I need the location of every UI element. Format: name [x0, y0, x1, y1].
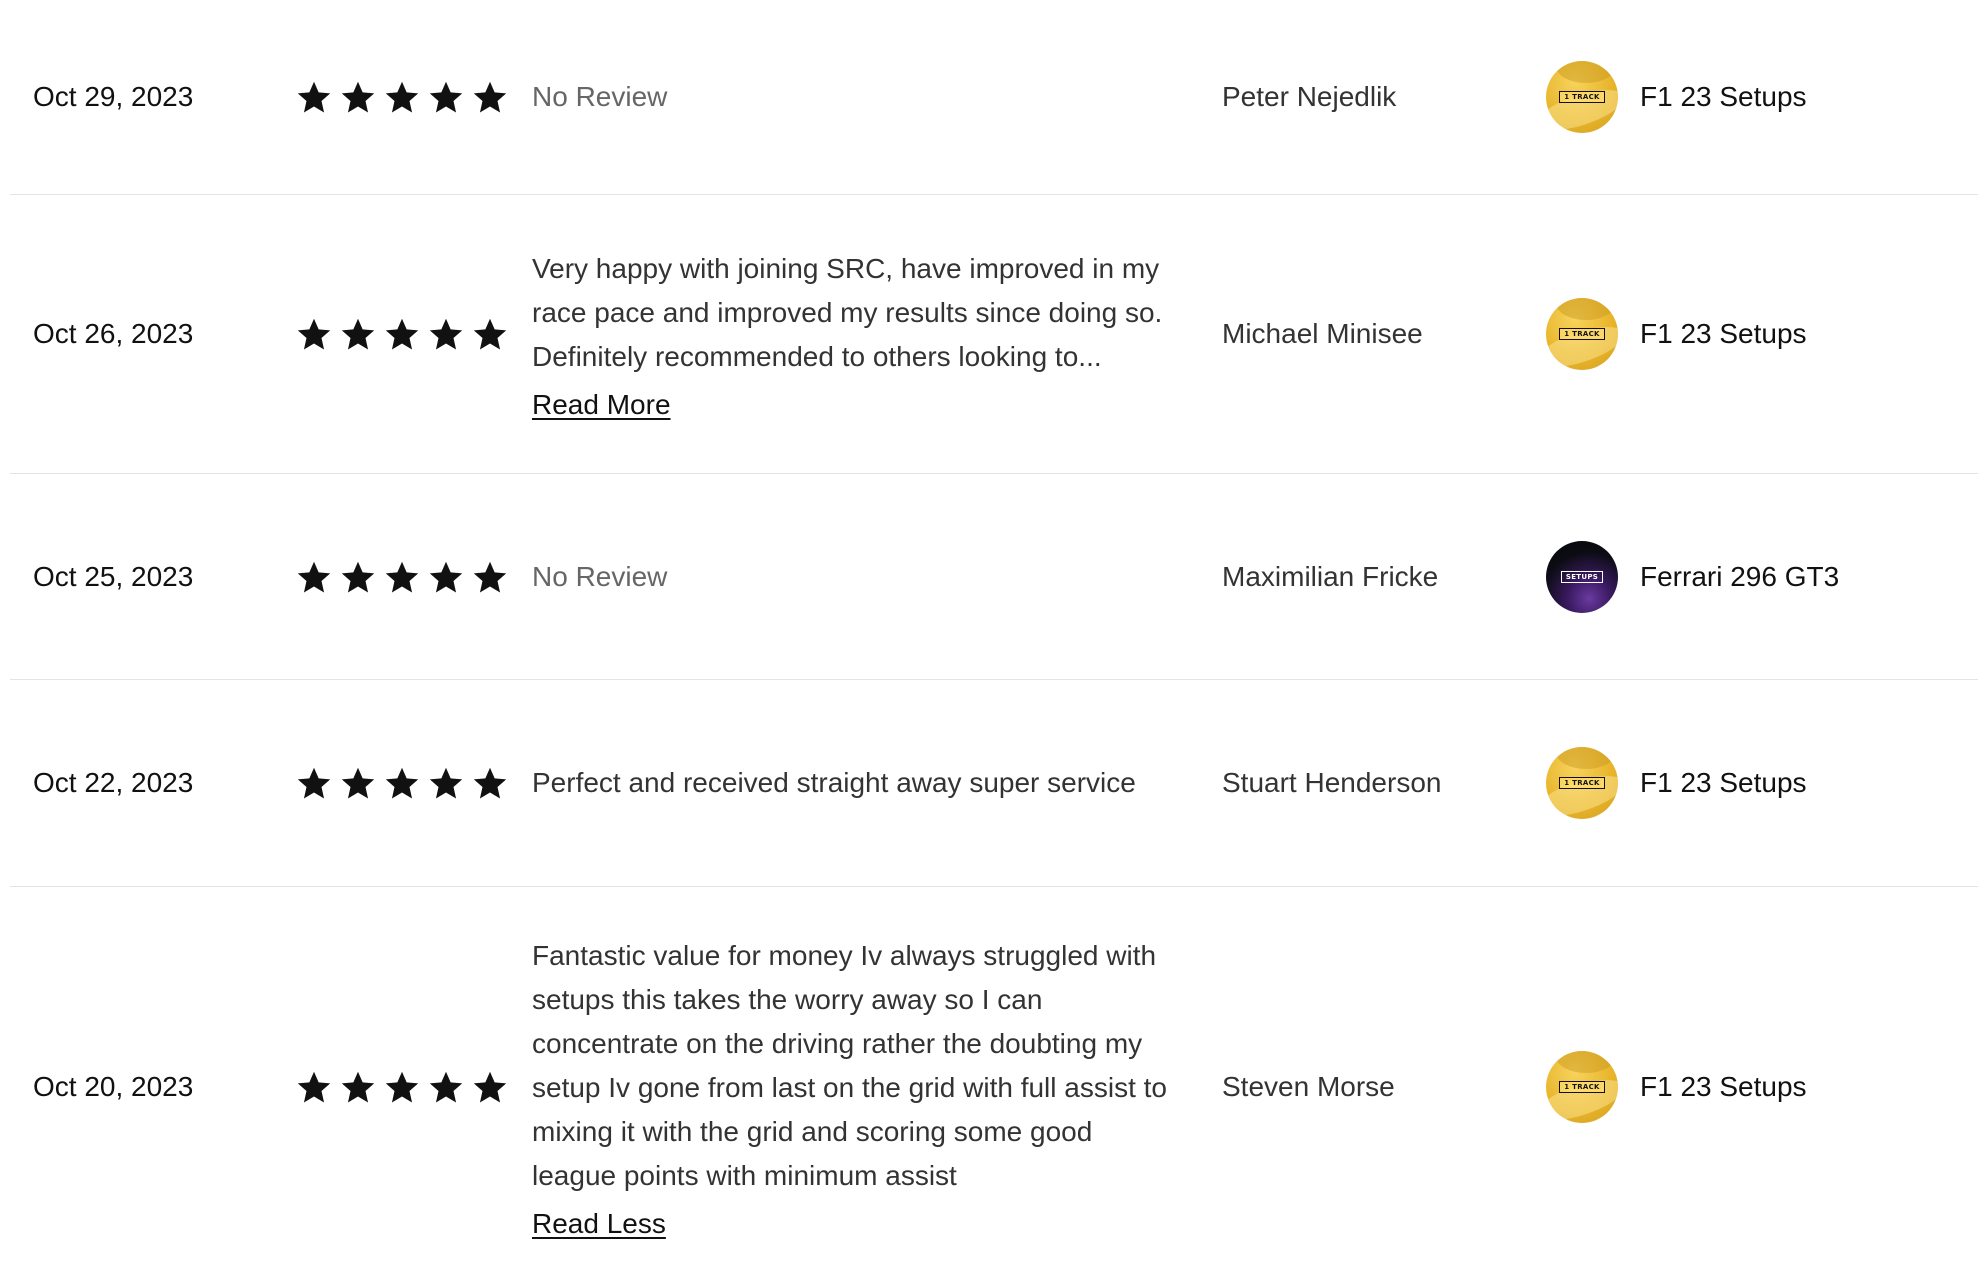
product-cell[interactable]: SETUPS Ferrari 296 GT3	[1546, 540, 1839, 613]
review-row: Oct 22, 2023 Perfect and received straig…	[10, 680, 1978, 887]
star-icon	[340, 1069, 376, 1105]
review-date: Oct 20, 2023	[33, 1071, 194, 1102]
review-row: Oct 29, 2023 No Review Peter Nejedlik 1 …	[10, 0, 1978, 195]
review-text: Fantastic value for money Iv always stru…	[532, 940, 1167, 1191]
star-icon	[384, 1069, 420, 1105]
review-text: Perfect and received straight away super…	[532, 767, 1136, 798]
product-badge-label: SETUPS	[1560, 570, 1604, 583]
reviewer-name: Michael Minisee	[1222, 318, 1423, 349]
product-cell[interactable]: 1 TRACK F1 23 Setups	[1546, 61, 1807, 133]
product-badge-label: 1 TRACK	[1559, 328, 1605, 340]
product-name[interactable]: Ferrari 296 GT3	[1640, 561, 1839, 593]
product-badge-label: 1 TRACK	[1559, 777, 1605, 789]
star-rating	[296, 559, 530, 595]
review-text: No Review	[532, 81, 668, 112]
star-icon	[296, 559, 332, 595]
reviewer-name: Peter Nejedlik	[1222, 81, 1397, 112]
product-cell[interactable]: 1 TRACK F1 23 Setups	[1546, 298, 1807, 370]
star-icon	[428, 1069, 464, 1105]
reviewer-name: Stuart Henderson	[1222, 767, 1442, 798]
review-date: Oct 22, 2023	[33, 767, 194, 798]
star-icon	[296, 79, 332, 115]
review-cell: No Review	[530, 75, 1222, 119]
star-icon	[340, 559, 376, 595]
reviewer-name: Steven Morse	[1222, 1071, 1395, 1102]
star-icon	[472, 79, 508, 115]
review-cell: Very happy with joining SRC, have improv…	[530, 247, 1222, 421]
star-icon	[296, 1069, 332, 1105]
reviewer-name: Maximilian Fricke	[1222, 560, 1439, 592]
product-cell[interactable]: 1 TRACK F1 23 Setups	[1546, 1051, 1807, 1123]
product-badge-label: 1 TRACK	[1559, 1081, 1605, 1093]
star-icon	[340, 765, 376, 801]
review-cell: Perfect and received straight away super…	[530, 761, 1222, 805]
product-avatar: 1 TRACK	[1546, 298, 1618, 370]
star-icon	[428, 316, 464, 352]
product-avatar: 1 TRACK	[1546, 747, 1618, 819]
star-icon	[384, 79, 420, 115]
star-icon	[428, 79, 464, 115]
star-icon	[472, 1069, 508, 1105]
review-row: Oct 25, 2023 No Review Maximilian Fricke…	[10, 474, 1978, 680]
read-more-link[interactable]: Read More	[532, 389, 671, 421]
read-less-link[interactable]: Read Less	[532, 1208, 666, 1240]
review-row: Oct 26, 2023 Very happy with joining SRC…	[10, 195, 1978, 474]
star-icon	[296, 316, 332, 352]
product-avatar: 1 TRACK	[1546, 61, 1618, 133]
product-avatar: SETUPS	[1546, 540, 1618, 613]
star-icon	[384, 765, 420, 801]
product-badge-label: 1 TRACK	[1559, 91, 1605, 103]
product-avatar: 1 TRACK	[1546, 1051, 1618, 1123]
star-icon	[472, 316, 508, 352]
product-name[interactable]: F1 23 Setups	[1640, 318, 1807, 350]
star-rating	[296, 79, 530, 115]
review-text: No Review	[532, 560, 668, 592]
review-cell: No Review	[530, 555, 1222, 599]
review-text: Very happy with joining SRC, have improv…	[532, 253, 1163, 372]
product-name[interactable]: F1 23 Setups	[1640, 1071, 1807, 1103]
product-name[interactable]: F1 23 Setups	[1640, 767, 1807, 799]
star-rating	[296, 765, 530, 801]
review-date: Oct 25, 2023	[33, 560, 194, 592]
star-icon	[428, 559, 464, 595]
star-icon	[472, 765, 508, 801]
star-icon	[384, 559, 420, 595]
review-row: Oct 20, 2023 Fantastic value for money I…	[10, 887, 1978, 1286]
review-cell: Fantastic value for money Iv always stru…	[530, 934, 1222, 1240]
star-icon	[296, 765, 332, 801]
star-icon	[384, 316, 420, 352]
product-cell[interactable]: 1 TRACK F1 23 Setups	[1546, 747, 1807, 819]
review-date: Oct 29, 2023	[33, 81, 194, 112]
review-date: Oct 26, 2023	[33, 318, 194, 349]
reviews-table: Oct 29, 2023 No Review Peter Nejedlik 1 …	[0, 0, 1978, 1286]
star-icon	[340, 316, 376, 352]
star-icon	[472, 559, 508, 595]
star-icon	[340, 79, 376, 115]
star-rating	[296, 1069, 530, 1105]
star-icon	[428, 765, 464, 801]
product-name[interactable]: F1 23 Setups	[1640, 81, 1807, 113]
star-rating	[296, 316, 530, 352]
